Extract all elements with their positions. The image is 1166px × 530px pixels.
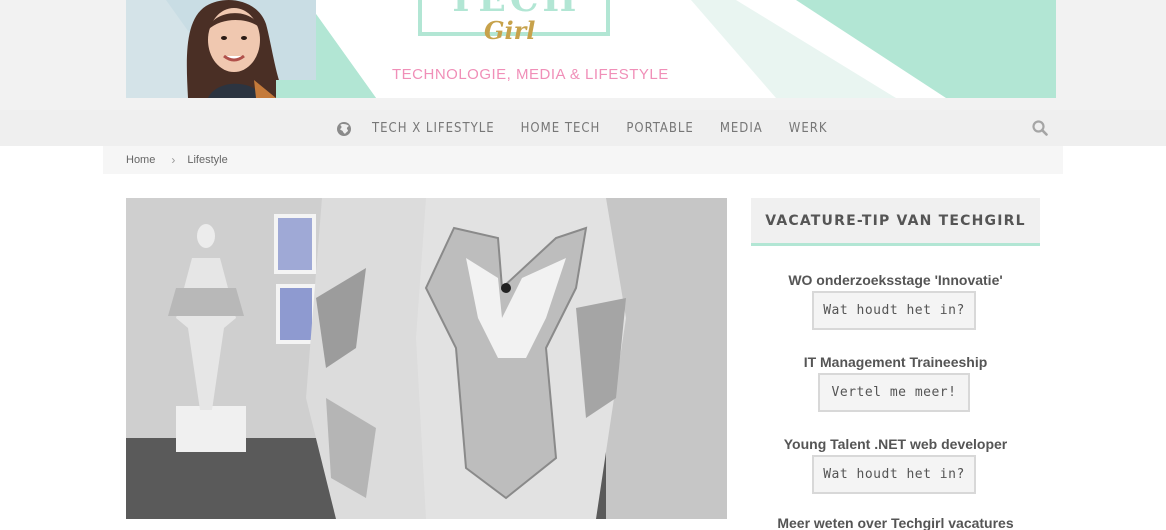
nav-item-home-tech[interactable]: HOME TECH [521,121,601,136]
more-jobs-link[interactable]: Meer weten over Techgirl vacatures [751,515,1040,530]
job-info-button[interactable]: Wat houdt het in? [812,291,976,330]
widget-title: VACATURE-TIP VAN TECHGIRL [765,212,1026,229]
globe-icon[interactable] [336,121,352,137]
site-tagline: TECHNOLOGIE, MEDIA & LIFESTYLE [392,66,669,83]
breadcrumb-home[interactable]: Home [126,154,155,166]
header-banner[interactable]: TECH Girl TECHNOLOGIE, MEDIA & LIFESTYLE [126,0,1056,98]
nav-item-portable[interactable]: PORTABLE [626,121,694,136]
author-portrait [126,0,316,98]
job-title: WO onderzoeksstage 'Innovatie' [751,270,1040,289]
main-nav: TECH X LIFESTYLE HOME TECH PORTABLE MEDI… [0,110,1166,146]
job-title-text[interactable]: WO onderzoeksstage 'Innovatie' [788,272,1002,288]
breadcrumb: Home › Lifestyle [103,146,1063,174]
featured-photo [126,198,727,519]
job-title-text[interactable]: IT Management Traineeship [804,354,988,370]
job-info-button[interactable]: Vertel me meer! [818,373,970,412]
job-title: IT Management Traineeship [751,352,1040,371]
featured-image[interactable] [126,198,727,519]
job-title-text[interactable]: Young Talent .NET web developer [784,436,1008,452]
widget-header: VACATURE-TIP VAN TECHGIRL [751,198,1040,246]
nav-item-werk[interactable]: WERK [789,121,828,136]
logo-subtext: Girl [484,16,536,45]
job-info-button[interactable]: Wat houdt het in? [812,455,976,494]
chevron-right-icon: › [171,153,176,167]
nav-item-tech-x-lifestyle[interactable]: TECH X LIFESTYLE [372,121,495,136]
search-icon[interactable] [1032,120,1048,136]
job-title: Young Talent .NET web developer [751,434,1040,453]
nav-item-media[interactable]: MEDIA [720,121,763,136]
breadcrumb-current[interactable]: Lifestyle [187,154,227,166]
